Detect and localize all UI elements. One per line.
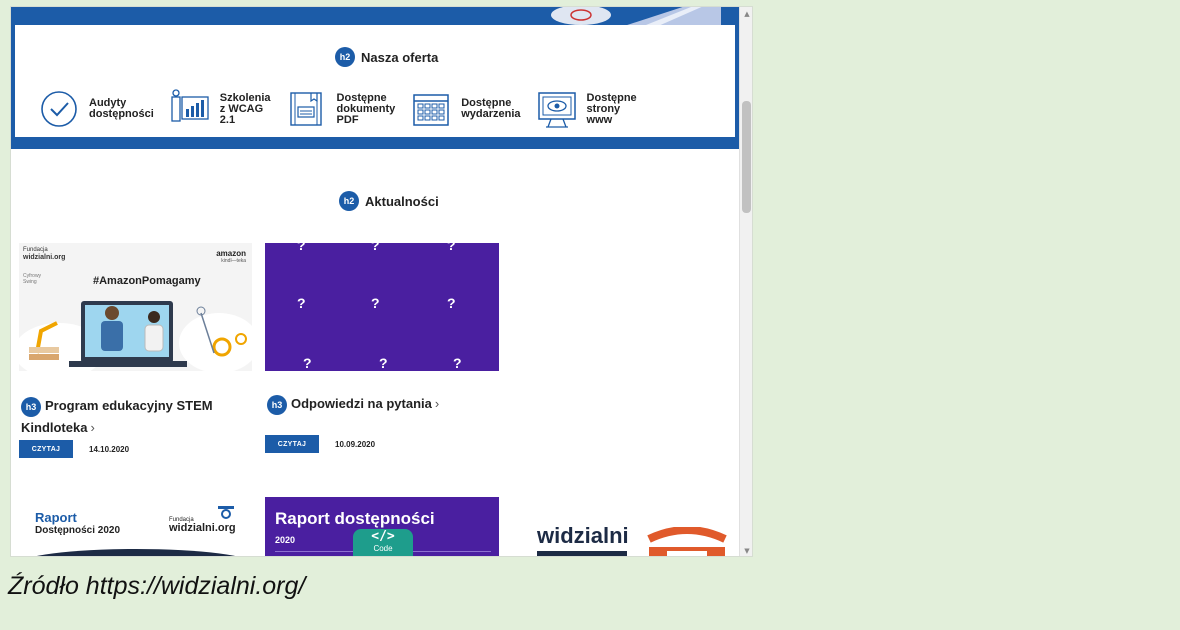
vertical-scrollbar[interactable]: ▲ ▼ [739, 7, 752, 556]
report-logo-text: widzialni.org [169, 522, 236, 534]
question-mark: ? [297, 295, 306, 311]
scroll-down-arrow-icon[interactable]: ▼ [740, 546, 752, 556]
question-mark: ? [379, 355, 388, 371]
code-icon: </> [371, 529, 395, 544]
offer-item-label: Audyty dostępności [89, 97, 154, 120]
offer-heading: h2 Nasza oferta [335, 47, 438, 67]
report-logo: Fundacja widzialni.org [169, 517, 236, 534]
question-mark: ? [453, 355, 462, 371]
card-image-report[interactable]: Raport Dostępności 2020 Fundacja widzial… [19, 497, 253, 556]
offer-items: Audyty dostępności Szkolenia z WCAG 2.1 … [37, 83, 651, 135]
checkmark-circle-icon [37, 87, 81, 131]
offer-item-label: Dostępne wydarzenia [461, 97, 521, 120]
code-overlay-button[interactable]: </> Code [353, 529, 413, 556]
calendar-icon [409, 87, 453, 131]
card-date-stem: 14.10.2020 [89, 445, 130, 454]
scroll-up-arrow-icon[interactable]: ▲ [740, 9, 752, 19]
brand-left-small: Fundacja [23, 247, 48, 253]
chevron-right-icon: › [434, 396, 440, 411]
banner-decoration [551, 7, 721, 25]
question-marks-pattern: ? ? ? ? ? ? ? ? ? [265, 243, 499, 371]
brand-right-sub: kindl—teka [221, 258, 246, 264]
report-title-block: Raport Dostępności 2020 [35, 510, 121, 537]
card-image-brand-right: amazon kindl—teka [216, 249, 246, 264]
h3-badge: h3 [21, 396, 41, 417]
report-title: Raport [35, 510, 77, 525]
document-icon [285, 87, 329, 131]
question-mark: ? [297, 243, 306, 253]
card-image-stem[interactable]: Fundacja widzialni.org Cyfrowy Swing ama… [19, 243, 252, 371]
read-button-stem[interactable]: CZYTAJ [19, 440, 73, 458]
h2-badge: h2 [339, 191, 359, 211]
header-banner [11, 7, 739, 25]
offer-bottom-bar [11, 137, 739, 149]
question-mark: ? [371, 243, 380, 253]
offer-item-pdf[interactable]: Dostępne dokumenty PDF [285, 83, 410, 135]
offer-item-events[interactable]: Dostępne wydarzenia [409, 83, 534, 135]
read-button-questions[interactable]: CZYTAJ [265, 435, 319, 453]
chevron-right-icon: › [90, 420, 95, 435]
source-caption: Źródło https://widzialni.org/ [8, 572, 306, 600]
card-image-report-purple[interactable]: Raport dostępności 2020 </> Code [265, 497, 499, 556]
card-image-questions[interactable]: ? ? ? ? ? ? ? ? ? [265, 243, 499, 371]
offer-item-label: Szkolenia z WCAG 2.1 [219, 91, 271, 126]
widzialni-logo-text: widzialni [537, 523, 629, 548]
purple-report-title: Raport dostępności [275, 509, 435, 528]
card-title-questions[interactable]: h3 Odpowiedzi na pytania › [267, 393, 497, 415]
card-date-questions: 10.09.2020 [335, 440, 376, 449]
question-mark: ? [371, 295, 380, 311]
offer-section: h2 Nasza oferta Audyty dostępności Szkol… [11, 25, 739, 143]
card-title-text: Odpowiedzi na pytania [291, 396, 432, 411]
card-image-widzialni[interactable]: widzialni [511, 497, 739, 556]
purple-report-year: 2020 [275, 535, 296, 545]
browser-viewport: h2 Nasza oferta Audyty dostępności Szkol… [10, 6, 753, 557]
offer-heading-text: Nasza oferta [361, 49, 439, 65]
offer-item-training[interactable]: Szkolenia z WCAG 2.1 [168, 83, 285, 135]
card-image-brand-left: Fundacja widzialni.org [23, 247, 65, 261]
scrollbar-thumb[interactable] [742, 101, 751, 213]
page-content: h2 Nasza oferta Audyty dostępności Szkol… [11, 7, 739, 556]
h2-badge: h2 [335, 47, 355, 67]
offer-item-label: Dostępne dokumenty PDF [336, 91, 396, 126]
h3-badge: h3 [267, 394, 287, 415]
offer-item-label: Dostępne strony www [586, 91, 637, 126]
widzialni-eye-logo [647, 527, 727, 556]
card-image-logo-text: Cyfrowy Swing [23, 273, 42, 285]
widzialni-logo-underline [537, 551, 627, 556]
card-title-stem[interactable]: h3 Program edukacyjny STEM Kindloteka › [21, 395, 251, 439]
question-mark: ? [447, 295, 456, 311]
question-mark: ? [303, 355, 312, 371]
monitor-eye-icon [535, 87, 579, 131]
question-mark: ? [447, 243, 456, 253]
report-dark-band [19, 549, 253, 556]
brand-left: widzialni.org [23, 254, 66, 261]
eye-logo-icon [218, 506, 234, 519]
news-heading-text: Aktualności [365, 193, 439, 209]
news-heading: h2 Aktualności [339, 191, 439, 211]
offer-item-websites[interactable]: Dostępne strony www [535, 83, 651, 135]
card-title-text: Program edukacyjny STEM Kindloteka [21, 398, 213, 435]
code-label: Code [373, 544, 393, 553]
brand-right: amazon [216, 249, 246, 258]
offer-item-audits[interactable]: Audyty dostępności [37, 83, 168, 135]
presentation-chart-icon [168, 87, 212, 131]
report-subtitle: Dostępności 2020 [35, 525, 121, 536]
card-image-hashtag: #AmazonPomagamy [93, 275, 201, 287]
